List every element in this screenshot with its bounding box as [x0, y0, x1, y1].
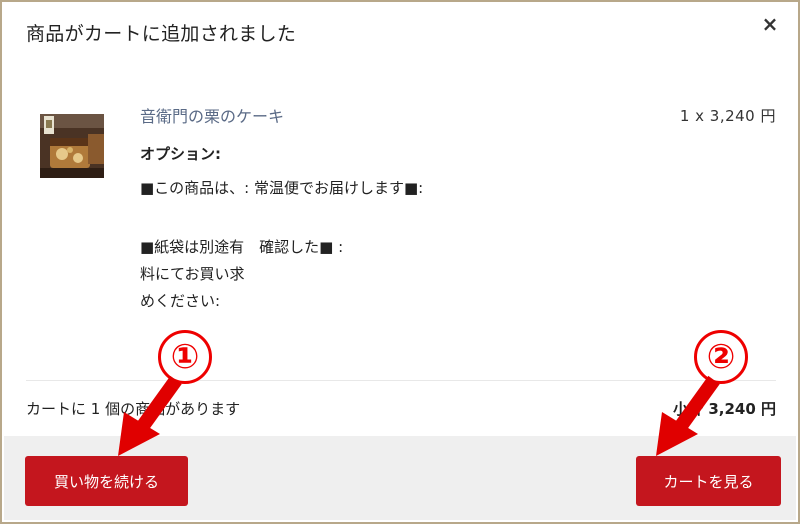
product-thumbnail[interactable]: [40, 114, 104, 178]
continue-shopping-button[interactable]: 買い物を続ける: [25, 456, 188, 506]
product-name-link[interactable]: 音衛門の栗のケーキ: [140, 103, 284, 127]
modal-title: 商品がカートに追加されました: [26, 23, 297, 45]
option-line: 料にてお買い求: [140, 265, 245, 283]
close-icon[interactable]: ×: [758, 12, 782, 36]
view-cart-button[interactable]: カートを見る: [636, 456, 781, 506]
annotation-arrow-2-icon: [656, 375, 720, 456]
chestnut-cake-image: [40, 114, 104, 178]
options-heading: オプション:: [140, 145, 221, 163]
annotation-arrow-1-icon: [118, 375, 182, 456]
option-line: ■この商品は、: 常温便でお届けします■:: [140, 179, 424, 197]
option-line: めください:: [140, 292, 221, 310]
quantity-price: 1 x 3,240 円: [679, 107, 776, 125]
option-line: ■紙袋は別途有 確認した■ :: [140, 238, 344, 256]
